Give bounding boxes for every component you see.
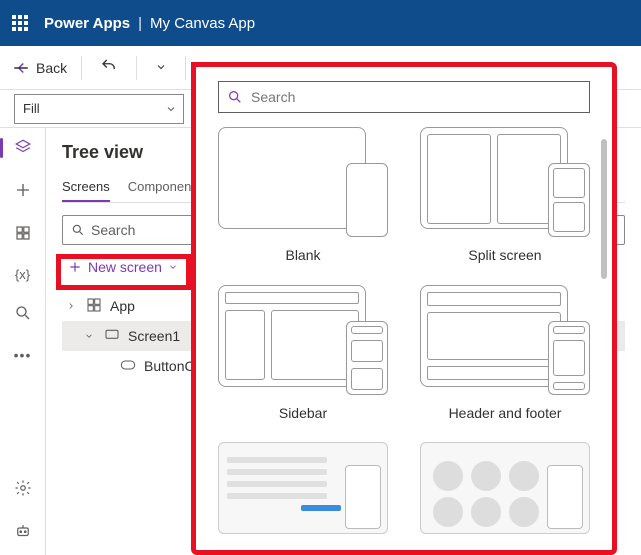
chevron-down-icon xyxy=(84,328,96,344)
tab-components[interactable]: Components xyxy=(128,173,202,202)
chevron-right-icon xyxy=(66,298,78,314)
template-thumb xyxy=(218,442,388,534)
divider xyxy=(185,56,186,80)
template-preview-1[interactable] xyxy=(218,442,388,540)
scrollbar-thumb[interactable] xyxy=(601,139,607,279)
template-header-footer[interactable]: Header and footer xyxy=(420,285,590,427)
chevron-down-icon xyxy=(168,262,178,272)
node-label: App xyxy=(110,298,135,314)
new-screen-button[interactable]: New screen xyxy=(62,255,184,279)
rail-insert[interactable] xyxy=(14,181,32,202)
template-preview-2[interactable] xyxy=(420,442,590,540)
grid-icon xyxy=(14,224,32,242)
gear-icon xyxy=(14,479,32,497)
template-thumb xyxy=(420,285,590,395)
flyout-search-input[interactable] xyxy=(251,89,581,105)
rail-settings[interactable] xyxy=(14,479,32,500)
active-indicator xyxy=(0,138,3,158)
template-split-screen[interactable]: Split screen xyxy=(420,127,590,269)
undo-button[interactable] xyxy=(96,53,122,82)
new-screen-label: New screen xyxy=(88,259,162,275)
property-selector[interactable]: Fill xyxy=(14,94,184,124)
template-thumb xyxy=(420,127,590,237)
search-icon xyxy=(71,223,85,237)
rail-search[interactable] xyxy=(14,304,32,325)
rail-variables[interactable]: {x} xyxy=(15,267,30,282)
search-icon xyxy=(227,89,243,105)
undo-icon xyxy=(100,57,118,75)
title-separator: | xyxy=(138,15,142,32)
template-sidebar[interactable]: Sidebar xyxy=(218,285,388,427)
template-label: Header and footer xyxy=(449,405,562,421)
tree-search-placeholder: Search xyxy=(91,222,135,238)
app-name: My Canvas App xyxy=(150,15,255,32)
template-thumb xyxy=(218,127,388,237)
tab-screens[interactable]: Screens xyxy=(62,173,110,202)
template-blank[interactable]: Blank xyxy=(218,127,388,269)
rail-virtual-agent[interactable] xyxy=(14,522,32,543)
flyout-scrollbar[interactable] xyxy=(600,139,608,540)
layers-icon xyxy=(14,138,32,156)
template-thumb xyxy=(420,442,590,534)
template-label: Sidebar xyxy=(279,405,327,421)
chevron-down-icon xyxy=(165,103,177,115)
rail-data[interactable] xyxy=(14,224,32,245)
button-icon xyxy=(120,358,136,374)
undo-menu-button[interactable] xyxy=(151,56,171,80)
waffle-icon[interactable] xyxy=(12,15,28,31)
template-label: Blank xyxy=(285,247,320,263)
rail-tree-view[interactable] xyxy=(14,138,32,159)
chevron-down-icon xyxy=(155,61,167,73)
new-screen-flyout: Blank Split screen Sidebar xyxy=(195,66,613,551)
rail-more[interactable]: ••• xyxy=(14,347,32,363)
template-thumb xyxy=(218,285,388,395)
template-gallery: Blank Split screen Sidebar xyxy=(196,123,600,550)
back-label: Back xyxy=(36,60,67,76)
search-icon xyxy=(14,304,32,322)
flyout-body: Blank Split screen Sidebar xyxy=(196,123,612,550)
app-icon xyxy=(86,297,102,316)
node-label: Screen1 xyxy=(128,328,180,344)
screen-icon xyxy=(104,327,120,346)
plus-icon xyxy=(14,181,32,199)
divider xyxy=(81,56,82,80)
divider xyxy=(136,56,137,80)
plus-icon xyxy=(68,260,82,274)
flyout-search[interactable] xyxy=(218,81,590,113)
bot-icon xyxy=(14,522,32,540)
app-title: Power Apps | My Canvas App xyxy=(44,15,255,32)
app-header: Power Apps | My Canvas App xyxy=(0,0,641,46)
product-name: Power Apps xyxy=(44,15,130,32)
back-button[interactable]: Back xyxy=(12,59,67,77)
left-rail: {x} ••• xyxy=(0,128,46,555)
back-arrow-icon xyxy=(12,59,30,77)
template-label: Split screen xyxy=(468,247,541,263)
property-label: Fill xyxy=(23,101,40,116)
